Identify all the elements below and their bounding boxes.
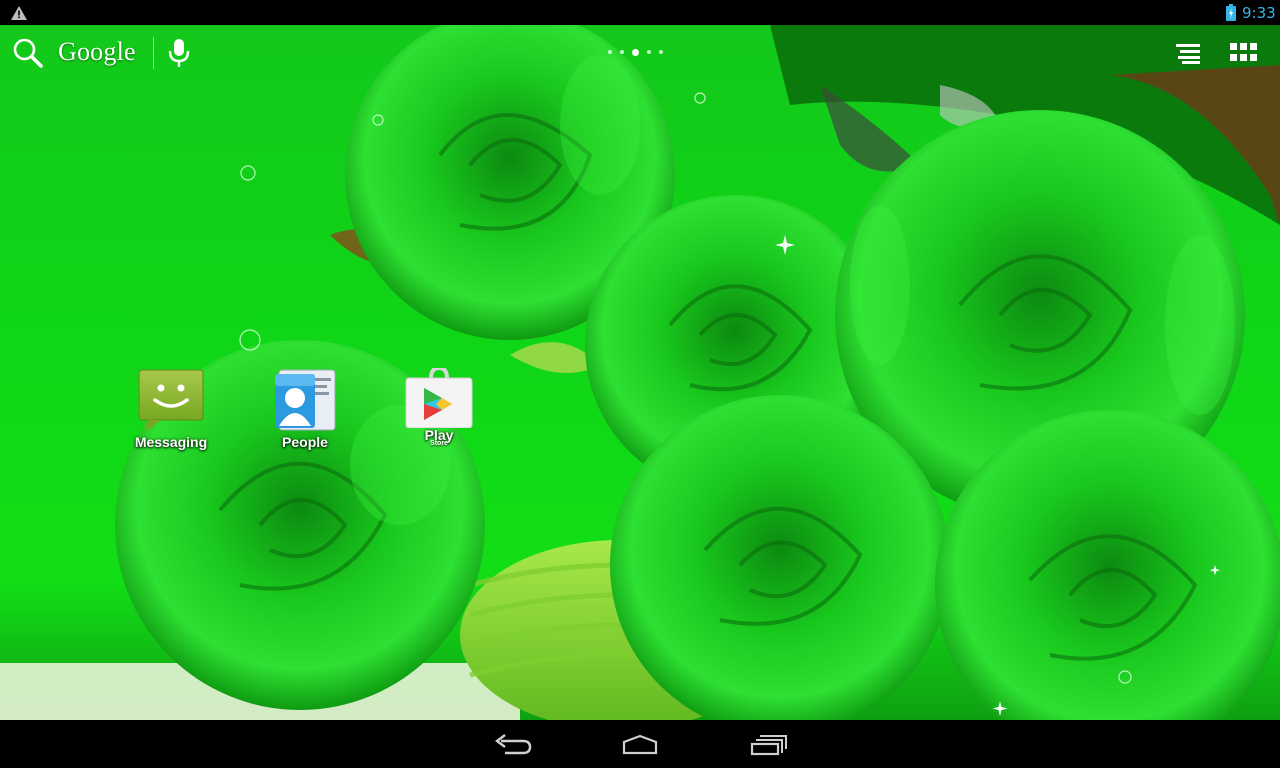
play-store-icon	[405, 368, 473, 428]
page-dot-active	[632, 48, 639, 56]
home-screen: 9:33 Google Messaging People Play Store	[0, 0, 1280, 768]
page-dot	[659, 50, 663, 54]
all-apps-icon[interactable]	[1230, 43, 1258, 63]
navigation-bar	[0, 720, 1280, 768]
search-icon[interactable]	[12, 37, 44, 69]
recents-icon[interactable]	[750, 732, 790, 756]
app-shortcut-people[interactable]: People	[250, 368, 360, 468]
app-label-people: People	[282, 434, 328, 450]
battery-charging-icon	[1226, 4, 1236, 21]
google-search-bar[interactable]: Google	[0, 25, 220, 81]
status-bar: 9:33	[0, 0, 1280, 25]
search-divider	[153, 37, 154, 69]
page-dot	[608, 50, 612, 54]
app-shortcut-messaging[interactable]: Messaging	[116, 368, 226, 468]
page-indicator	[608, 48, 663, 56]
app-sublabel-play-store: Store	[430, 440, 448, 447]
messaging-icon	[138, 369, 204, 432]
google-search-label[interactable]: Google	[58, 37, 136, 67]
status-clock: 9:33	[1242, 4, 1276, 22]
page-dot	[620, 50, 624, 54]
mic-icon[interactable]	[168, 38, 190, 68]
people-icon	[275, 369, 336, 431]
app-label-messaging: Messaging	[134, 434, 208, 450]
back-icon[interactable]	[493, 732, 533, 756]
warning-icon[interactable]	[10, 5, 28, 21]
page-dot	[647, 50, 651, 54]
widgets-icon[interactable]	[1176, 42, 1202, 64]
app-shortcut-play-store[interactable]: Play Store	[384, 368, 494, 468]
home-icon[interactable]	[620, 732, 660, 756]
